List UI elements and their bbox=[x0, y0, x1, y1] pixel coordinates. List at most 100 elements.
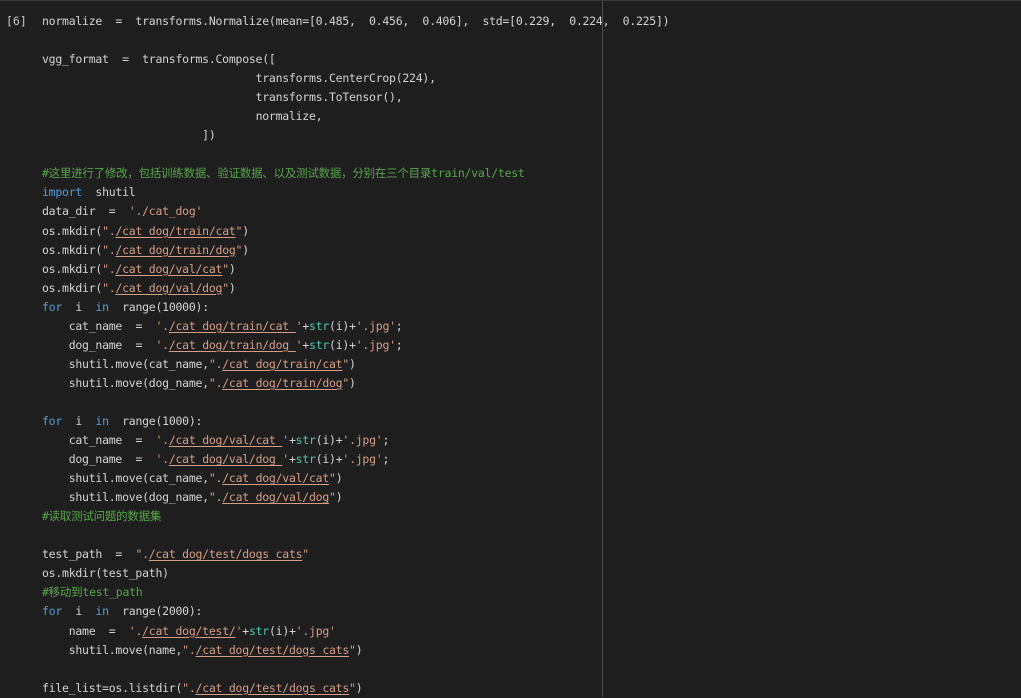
code-token: './cat_dog' bbox=[128, 204, 203, 219]
code-token: ) bbox=[349, 375, 356, 390]
code-token: /cat_dog/val/cat bbox=[222, 471, 329, 486]
code-token: '.jpg' bbox=[355, 337, 396, 352]
line-length-ruler bbox=[602, 1, 603, 697]
code-token: + bbox=[288, 433, 296, 448]
code-token: shutil.move(dog_name, bbox=[68, 375, 209, 390]
code-line: os.mkdir("./cat_dog/train/cat") bbox=[42, 222, 669, 241]
code-token: os.mkdir( bbox=[42, 242, 103, 257]
code-token: shutil bbox=[82, 185, 136, 200]
code-token: ' bbox=[282, 433, 289, 448]
code-token: file_list=os.listdir( bbox=[42, 680, 183, 695]
code-token: range(1000): bbox=[108, 413, 203, 428]
code-token: ". bbox=[102, 223, 116, 238]
code-token: #移动到test_path bbox=[42, 585, 143, 600]
code-token: (i)+ bbox=[268, 623, 296, 638]
code-token: '.jpg' bbox=[342, 452, 383, 467]
code-line: #读取测试问题的数据集 bbox=[42, 507, 669, 526]
code-token: + bbox=[302, 337, 310, 352]
code-token: '. bbox=[155, 433, 169, 448]
code-line: dog_name = './cat_dog/val/dog_'+str(i)+'… bbox=[42, 450, 669, 469]
code-line: shutil.move(dog_name,"./cat_dog/train/do… bbox=[42, 374, 669, 393]
code-token: + bbox=[288, 452, 296, 467]
code-token: " bbox=[349, 680, 356, 695]
code-line: data_dir = './cat_dog' bbox=[42, 202, 669, 221]
code-token: ) bbox=[242, 223, 249, 238]
code-token: cat_name = bbox=[68, 318, 156, 333]
code-token: in bbox=[95, 299, 109, 314]
code-token: ]) bbox=[202, 128, 216, 143]
code-token: ; bbox=[382, 433, 390, 448]
code-token: data_dir = bbox=[42, 204, 129, 219]
code-token: dog_name = bbox=[68, 337, 156, 352]
code-line: os.mkdir("./cat_dog/val/cat") bbox=[42, 260, 669, 279]
code-line: shutil.move(cat_name,"./cat_dog/val/cat"… bbox=[42, 469, 669, 488]
code-token: /cat_dog/val/cat bbox=[115, 261, 223, 276]
code-token: ". bbox=[208, 356, 223, 371]
code-line: dog_name = './cat_dog/train/dog_'+str(i)… bbox=[42, 336, 669, 355]
code-token: ". bbox=[102, 261, 116, 276]
code-token: ) bbox=[228, 261, 236, 276]
code-token: #这里进行了修改，包括训练数据、验证数据、以及测试数据，分别在三个目录train… bbox=[42, 166, 525, 181]
code-token: range(10000): bbox=[108, 299, 209, 314]
code-token: + bbox=[242, 623, 249, 638]
code-token: " bbox=[222, 280, 229, 295]
code-line: os.mkdir("./cat_dog/train/dog") bbox=[42, 241, 669, 260]
code-token: /cat_dog/val/cat_ bbox=[168, 433, 283, 448]
code-token: ". bbox=[182, 642, 196, 657]
code-line: #这里进行了修改，包括训练数据、验证数据、以及测试数据，分别在三个目录train… bbox=[42, 164, 669, 183]
code-token: import bbox=[42, 185, 83, 200]
code-line: transforms.ToTensor(), bbox=[42, 88, 669, 107]
code-token: ) bbox=[355, 642, 363, 657]
code-token: normalize, bbox=[255, 109, 323, 124]
code-token: str bbox=[248, 623, 269, 638]
code-cell[interactable]: [6] normalize = transforms.Normalize(mea… bbox=[0, 0, 1021, 698]
code-line: transforms.CenterCrop(224), bbox=[42, 69, 669, 88]
code-token: + bbox=[302, 318, 310, 333]
code-line: shutil.move(dog_name,"./cat_dog/val/dog"… bbox=[42, 488, 669, 507]
code-token: os.mkdir( bbox=[42, 223, 103, 238]
code-token: vgg_format = transforms.Compose([ bbox=[42, 52, 276, 67]
code-token: /cat_dog/test/dogs_cats bbox=[195, 642, 350, 657]
code-token: os.mkdir( bbox=[42, 280, 103, 295]
code-token: ) bbox=[228, 280, 236, 295]
code-line: normalize, bbox=[42, 107, 669, 126]
code-token: in bbox=[95, 604, 109, 619]
code-token: /cat_dog/test/dogs_cats bbox=[148, 547, 303, 562]
code-token: ) bbox=[242, 242, 249, 257]
code-token: i bbox=[62, 299, 96, 314]
code-token: os.mkdir( bbox=[42, 261, 103, 276]
code-token: ". bbox=[208, 471, 223, 486]
code-token: transforms.ToTensor(), bbox=[255, 90, 403, 105]
code-line: file_list=os.listdir("./cat_dog/test/dog… bbox=[42, 679, 669, 698]
code-token: /cat_dog/test/ bbox=[142, 623, 236, 638]
code-token: /cat_dog/test/dogs_cats bbox=[195, 680, 350, 695]
code-line: vgg_format = transforms.Compose([ bbox=[42, 50, 669, 69]
code-token: for bbox=[42, 299, 63, 314]
code-token: ) bbox=[355, 680, 363, 695]
code-editor[interactable]: normalize = transforms.Normalize(mean=[0… bbox=[42, 12, 670, 698]
code-token: normalize = transforms.Normalize(mean=[0… bbox=[42, 14, 670, 28]
code-token: for bbox=[42, 604, 63, 619]
code-token: name = bbox=[68, 623, 129, 638]
code-token: range(2000): bbox=[108, 604, 203, 619]
code-token: in bbox=[95, 413, 109, 428]
code-token: '.jpg' bbox=[295, 623, 336, 638]
code-token: '. bbox=[155, 318, 169, 333]
code-token: '.jpg' bbox=[355, 318, 396, 333]
code-line: for i in range(1000): bbox=[42, 412, 669, 431]
code-line: os.mkdir("./cat_dog/val/dog") bbox=[42, 279, 669, 298]
code-token: shutil.move(cat_name, bbox=[68, 356, 209, 371]
code-token: /cat_dog/val/dog bbox=[222, 490, 329, 505]
code-token: ". bbox=[102, 280, 116, 295]
